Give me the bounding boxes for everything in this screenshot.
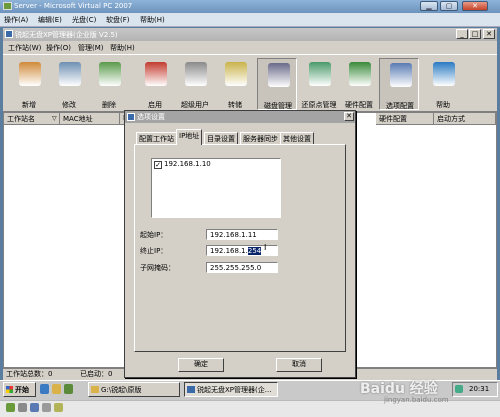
tab-ip-address[interactable]: IP地址 bbox=[176, 129, 203, 145]
quicklaunch-ie-icon[interactable] bbox=[40, 384, 49, 394]
task-app[interactable]: 锐起无盘XP管理器(企... bbox=[184, 382, 278, 397]
quicklaunch-folder-icon[interactable] bbox=[52, 384, 61, 394]
start-ip-label: 起始IP： bbox=[140, 231, 168, 239]
menu-help[interactable]: 帮助(H) bbox=[110, 43, 135, 53]
menu-manage[interactable]: 管理(M) bbox=[78, 43, 104, 53]
status-total: 工作站总数：0 bbox=[6, 370, 53, 378]
cancel-button[interactable]: 取消 bbox=[276, 358, 322, 372]
vpc-minimize-button[interactable]: ▁ bbox=[420, 1, 438, 11]
recycle-bin-icon bbox=[99, 62, 121, 86]
delete-label: 删除 bbox=[102, 101, 116, 109]
vpc-status-icon[interactable] bbox=[6, 403, 15, 412]
vpc-folder-icon[interactable] bbox=[54, 403, 63, 412]
tab-server-sync[interactable]: 服务器同步 bbox=[240, 132, 281, 144]
dialog-close-button[interactable]: ✕ bbox=[344, 112, 354, 121]
baidu-watermark-url: jingyan.baidu.com bbox=[384, 396, 449, 404]
vpc-close-button[interactable]: ✕ bbox=[462, 1, 488, 11]
app-minimize-button[interactable]: _ bbox=[456, 29, 468, 39]
col-header-boot-mode[interactable]: 启动方式 bbox=[434, 113, 496, 125]
vpc-menu-help[interactable]: 帮助(H) bbox=[140, 15, 165, 25]
app-task-icon bbox=[187, 386, 195, 393]
vpc-menu-edit[interactable]: 编辑(E) bbox=[38, 15, 62, 25]
folder-icon bbox=[91, 386, 99, 393]
app-maximize-button[interactable]: □ bbox=[469, 29, 481, 39]
disk-icon bbox=[268, 63, 290, 87]
menu-operation[interactable]: 操作(O) bbox=[46, 43, 71, 53]
restore-icon bbox=[309, 62, 331, 86]
delete-button[interactable]: 删除 bbox=[89, 58, 129, 110]
vpc-app-icon bbox=[3, 2, 12, 10]
help-label: 帮助 bbox=[436, 101, 450, 109]
options-config-button[interactable]: 选项配置 bbox=[379, 58, 419, 110]
app-close-button[interactable]: ✕ bbox=[483, 29, 495, 39]
end-ip-selected-text: 254 bbox=[247, 247, 262, 255]
task-explorer[interactable]: G:\锐起\原版 bbox=[88, 382, 180, 397]
help-icon bbox=[433, 62, 455, 86]
menu-workstation[interactable]: 工作站(W) bbox=[8, 43, 41, 53]
task-app-label: 锐起无盘XP管理器(企... bbox=[197, 386, 272, 394]
tab-other-settings[interactable]: 其他设置 bbox=[280, 132, 314, 144]
dialog-icon bbox=[127, 113, 135, 121]
status-started: 已启动：0 bbox=[80, 370, 113, 378]
vpc-menu-floppy[interactable]: 软盘(F) bbox=[106, 15, 130, 25]
ok-button[interactable]: 确定 bbox=[178, 358, 224, 372]
help-button[interactable]: 帮助 bbox=[423, 58, 463, 110]
col-header-hardware[interactable]: 硬件配置 bbox=[376, 113, 434, 125]
superuser-icon bbox=[185, 62, 207, 86]
vpc-menu-action[interactable]: 操作(A) bbox=[4, 15, 28, 25]
text-cursor-icon: Ι bbox=[264, 243, 267, 252]
dump-icon bbox=[225, 62, 247, 86]
vpc-cd-icon[interactable] bbox=[18, 403, 27, 412]
tab-config-workstation[interactable]: 配置工作站 bbox=[136, 132, 177, 144]
app-icon bbox=[5, 30, 13, 38]
vpc-maximize-button[interactable]: ▢ bbox=[440, 1, 458, 11]
sort-arrow-icon: ▽ bbox=[52, 115, 57, 122]
dialog-title: 选项设置 bbox=[125, 111, 355, 123]
edit-icon bbox=[59, 62, 81, 86]
end-ip-field[interactable]: 192.168.1.254 bbox=[206, 245, 278, 256]
tab-directory-settings[interactable]: 目录设置 bbox=[204, 132, 238, 144]
end-ip-text: 192.168.1. bbox=[210, 247, 248, 255]
disk-manage-button[interactable]: 磁盘管理 bbox=[257, 58, 297, 110]
vpc-floppy-icon[interactable] bbox=[30, 403, 39, 412]
toolbar: 新增 修改 删除 启用 超级用户 转储 磁盘管理 还原点管理 硬件配置 选项配置… bbox=[3, 54, 497, 112]
hardware-icon bbox=[349, 62, 371, 86]
task-explorer-label: G:\锐起\原版 bbox=[101, 386, 142, 394]
col-header-mac[interactable]: MAC地址 bbox=[60, 113, 120, 125]
options-icon bbox=[390, 63, 412, 87]
ip-list-item[interactable]: 192.168.1.10 bbox=[164, 160, 211, 168]
start-ip-field[interactable]: 192.168.1.11 bbox=[206, 229, 278, 240]
vpc-network-icon[interactable] bbox=[42, 403, 51, 412]
ip-checkbox[interactable]: ✓ bbox=[154, 161, 162, 169]
hardware-config-button[interactable]: 硬件配置 bbox=[339, 58, 379, 110]
subnet-label: 子网掩码： bbox=[140, 264, 175, 272]
quicklaunch-desktop-icon[interactable] bbox=[64, 384, 73, 394]
end-ip-label: 终止IP： bbox=[140, 247, 168, 255]
vpc-menu-cd[interactable]: 光盘(C) bbox=[72, 15, 96, 25]
add-icon bbox=[19, 62, 41, 86]
enable-icon bbox=[145, 62, 167, 86]
subnet-field[interactable]: 255.255.255.0 bbox=[206, 262, 278, 273]
baidu-watermark: Baidu 经验 bbox=[360, 381, 438, 397]
windows-logo-icon bbox=[6, 386, 13, 393]
app-title: 锐起无盘XP管理器(企业版 V2.5) bbox=[3, 28, 497, 41]
dump-button[interactable]: 转储 bbox=[215, 58, 255, 110]
